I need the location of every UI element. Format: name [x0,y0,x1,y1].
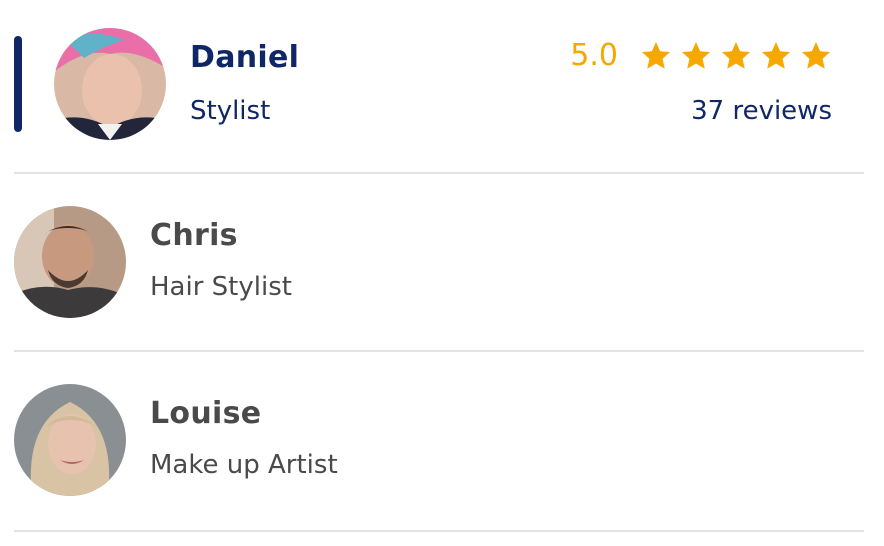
staff-role: Make up Artist [150,450,338,480]
staff-row-daniel[interactable]: Daniel Stylist 5.0 37 reviews [14,0,864,174]
reviews-count: 37 reviews [691,96,832,126]
rating: 5.0 [570,38,832,73]
staff-name: Daniel [190,40,300,75]
star-icon [762,41,790,69]
staff-list: Daniel Stylist 5.0 37 reviews Chris Hair… [14,0,864,532]
avatar [14,384,126,496]
staff-row-chris[interactable]: Chris Hair Stylist [14,174,864,352]
selection-indicator [14,36,22,132]
staff-row-louise[interactable]: Louise Make up Artist [14,352,864,532]
star-icon [802,41,830,69]
star-icon [682,41,710,69]
staff-name: Louise [150,396,262,431]
avatar [14,206,126,318]
staff-name: Chris [150,218,238,253]
star-icon [722,41,750,69]
star-icon [642,41,670,69]
staff-role: Hair Stylist [150,272,292,302]
avatar [54,28,166,140]
rating-value: 5.0 [570,38,618,73]
staff-role: Stylist [190,96,271,126]
